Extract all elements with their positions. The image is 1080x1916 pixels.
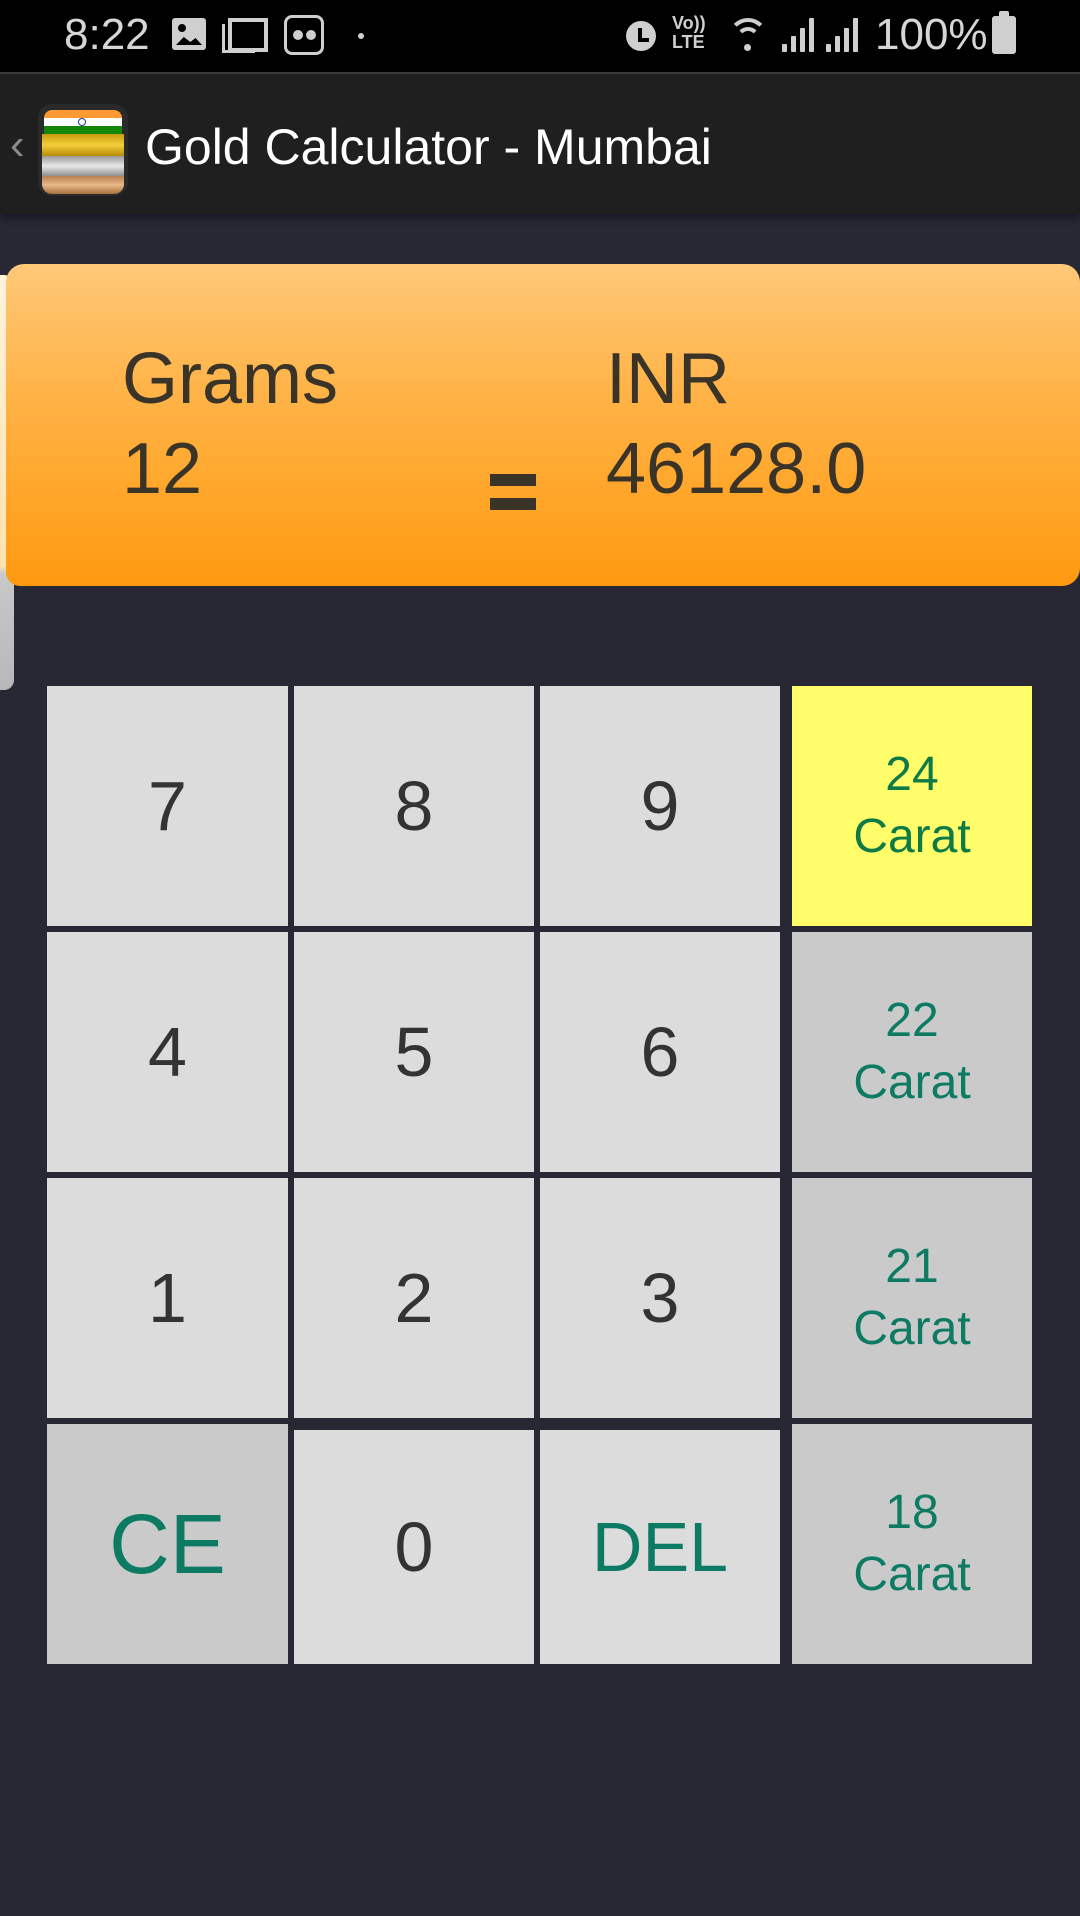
volte-line2: LTE — [672, 32, 705, 52]
alarm-icon — [622, 16, 660, 54]
silver-bar-icon — [42, 156, 124, 176]
grams-value: 12 — [122, 429, 203, 509]
equals-icon — [490, 474, 536, 514]
app-bar: ‹ Gold Calculator - Mumbai — [0, 72, 1080, 214]
delete-button[interactable]: DEL — [540, 1430, 780, 1664]
carat-21-number: 21 — [885, 1240, 939, 1293]
carat-22-number: 22 — [885, 994, 939, 1047]
wifi-icon — [728, 18, 774, 54]
gallery-icon — [172, 18, 206, 50]
status-time: 8:22 — [64, 10, 150, 59]
bronze-bar-icon — [42, 176, 124, 194]
key-9[interactable]: 9 — [540, 686, 780, 926]
signal-icon — [782, 18, 816, 52]
key-7[interactable]: 7 — [47, 686, 288, 926]
signal-icon — [826, 18, 860, 52]
conversion-display: Grams 12 INR 46128.0 — [6, 264, 1080, 586]
inr-label: INR — [606, 339, 730, 419]
status-bar: 8:22 Vo)) LTE 100% — [0, 0, 1080, 72]
key-0[interactable]: 0 — [294, 1430, 534, 1664]
key-6[interactable]: 6 — [540, 932, 780, 1172]
clear-entry-button[interactable]: CE — [47, 1424, 288, 1664]
back-chevron-icon[interactable]: ‹ — [10, 122, 30, 168]
more-notifications-dot-icon — [358, 33, 364, 39]
gmail-icon — [222, 18, 268, 53]
carat-22-unit: Carat — [853, 1056, 971, 1109]
key-8[interactable]: 8 — [294, 686, 534, 926]
key-4[interactable]: 4 — [47, 932, 288, 1172]
key-2[interactable]: 2 — [294, 1178, 534, 1418]
carat-21-unit: Carat — [853, 1302, 971, 1355]
carat-24-button[interactable]: 24 Carat — [792, 686, 1032, 926]
battery-percent: 100% — [875, 10, 988, 59]
carat-24-number: 24 — [885, 748, 939, 801]
key-3[interactable]: 3 — [540, 1178, 780, 1418]
ashoka-chakra-icon — [78, 118, 86, 126]
key-1[interactable]: 1 — [47, 1178, 288, 1418]
carat-24-unit: Carat — [853, 810, 971, 863]
inr-value: 46128.0 — [606, 429, 867, 509]
grams-label: Grams — [122, 339, 338, 419]
carat-22-button[interactable]: 22 Carat — [792, 932, 1032, 1172]
carat-18-number: 18 — [885, 1486, 939, 1539]
messenger-icon — [284, 15, 324, 55]
battery-icon — [992, 11, 1016, 54]
gold-bar-icon — [42, 134, 124, 156]
carat-18-button[interactable]: 18 Carat — [792, 1424, 1032, 1664]
volte-line1: Vo)) — [672, 13, 706, 33]
volte-icon: Vo)) LTE — [672, 14, 714, 56]
app-logo-icon[interactable] — [38, 104, 128, 196]
app-title: Gold Calculator - Mumbai — [145, 119, 712, 175]
carat-18-unit: Carat — [853, 1548, 971, 1601]
key-5[interactable]: 5 — [294, 932, 534, 1172]
carat-21-button[interactable]: 21 Carat — [792, 1178, 1032, 1418]
